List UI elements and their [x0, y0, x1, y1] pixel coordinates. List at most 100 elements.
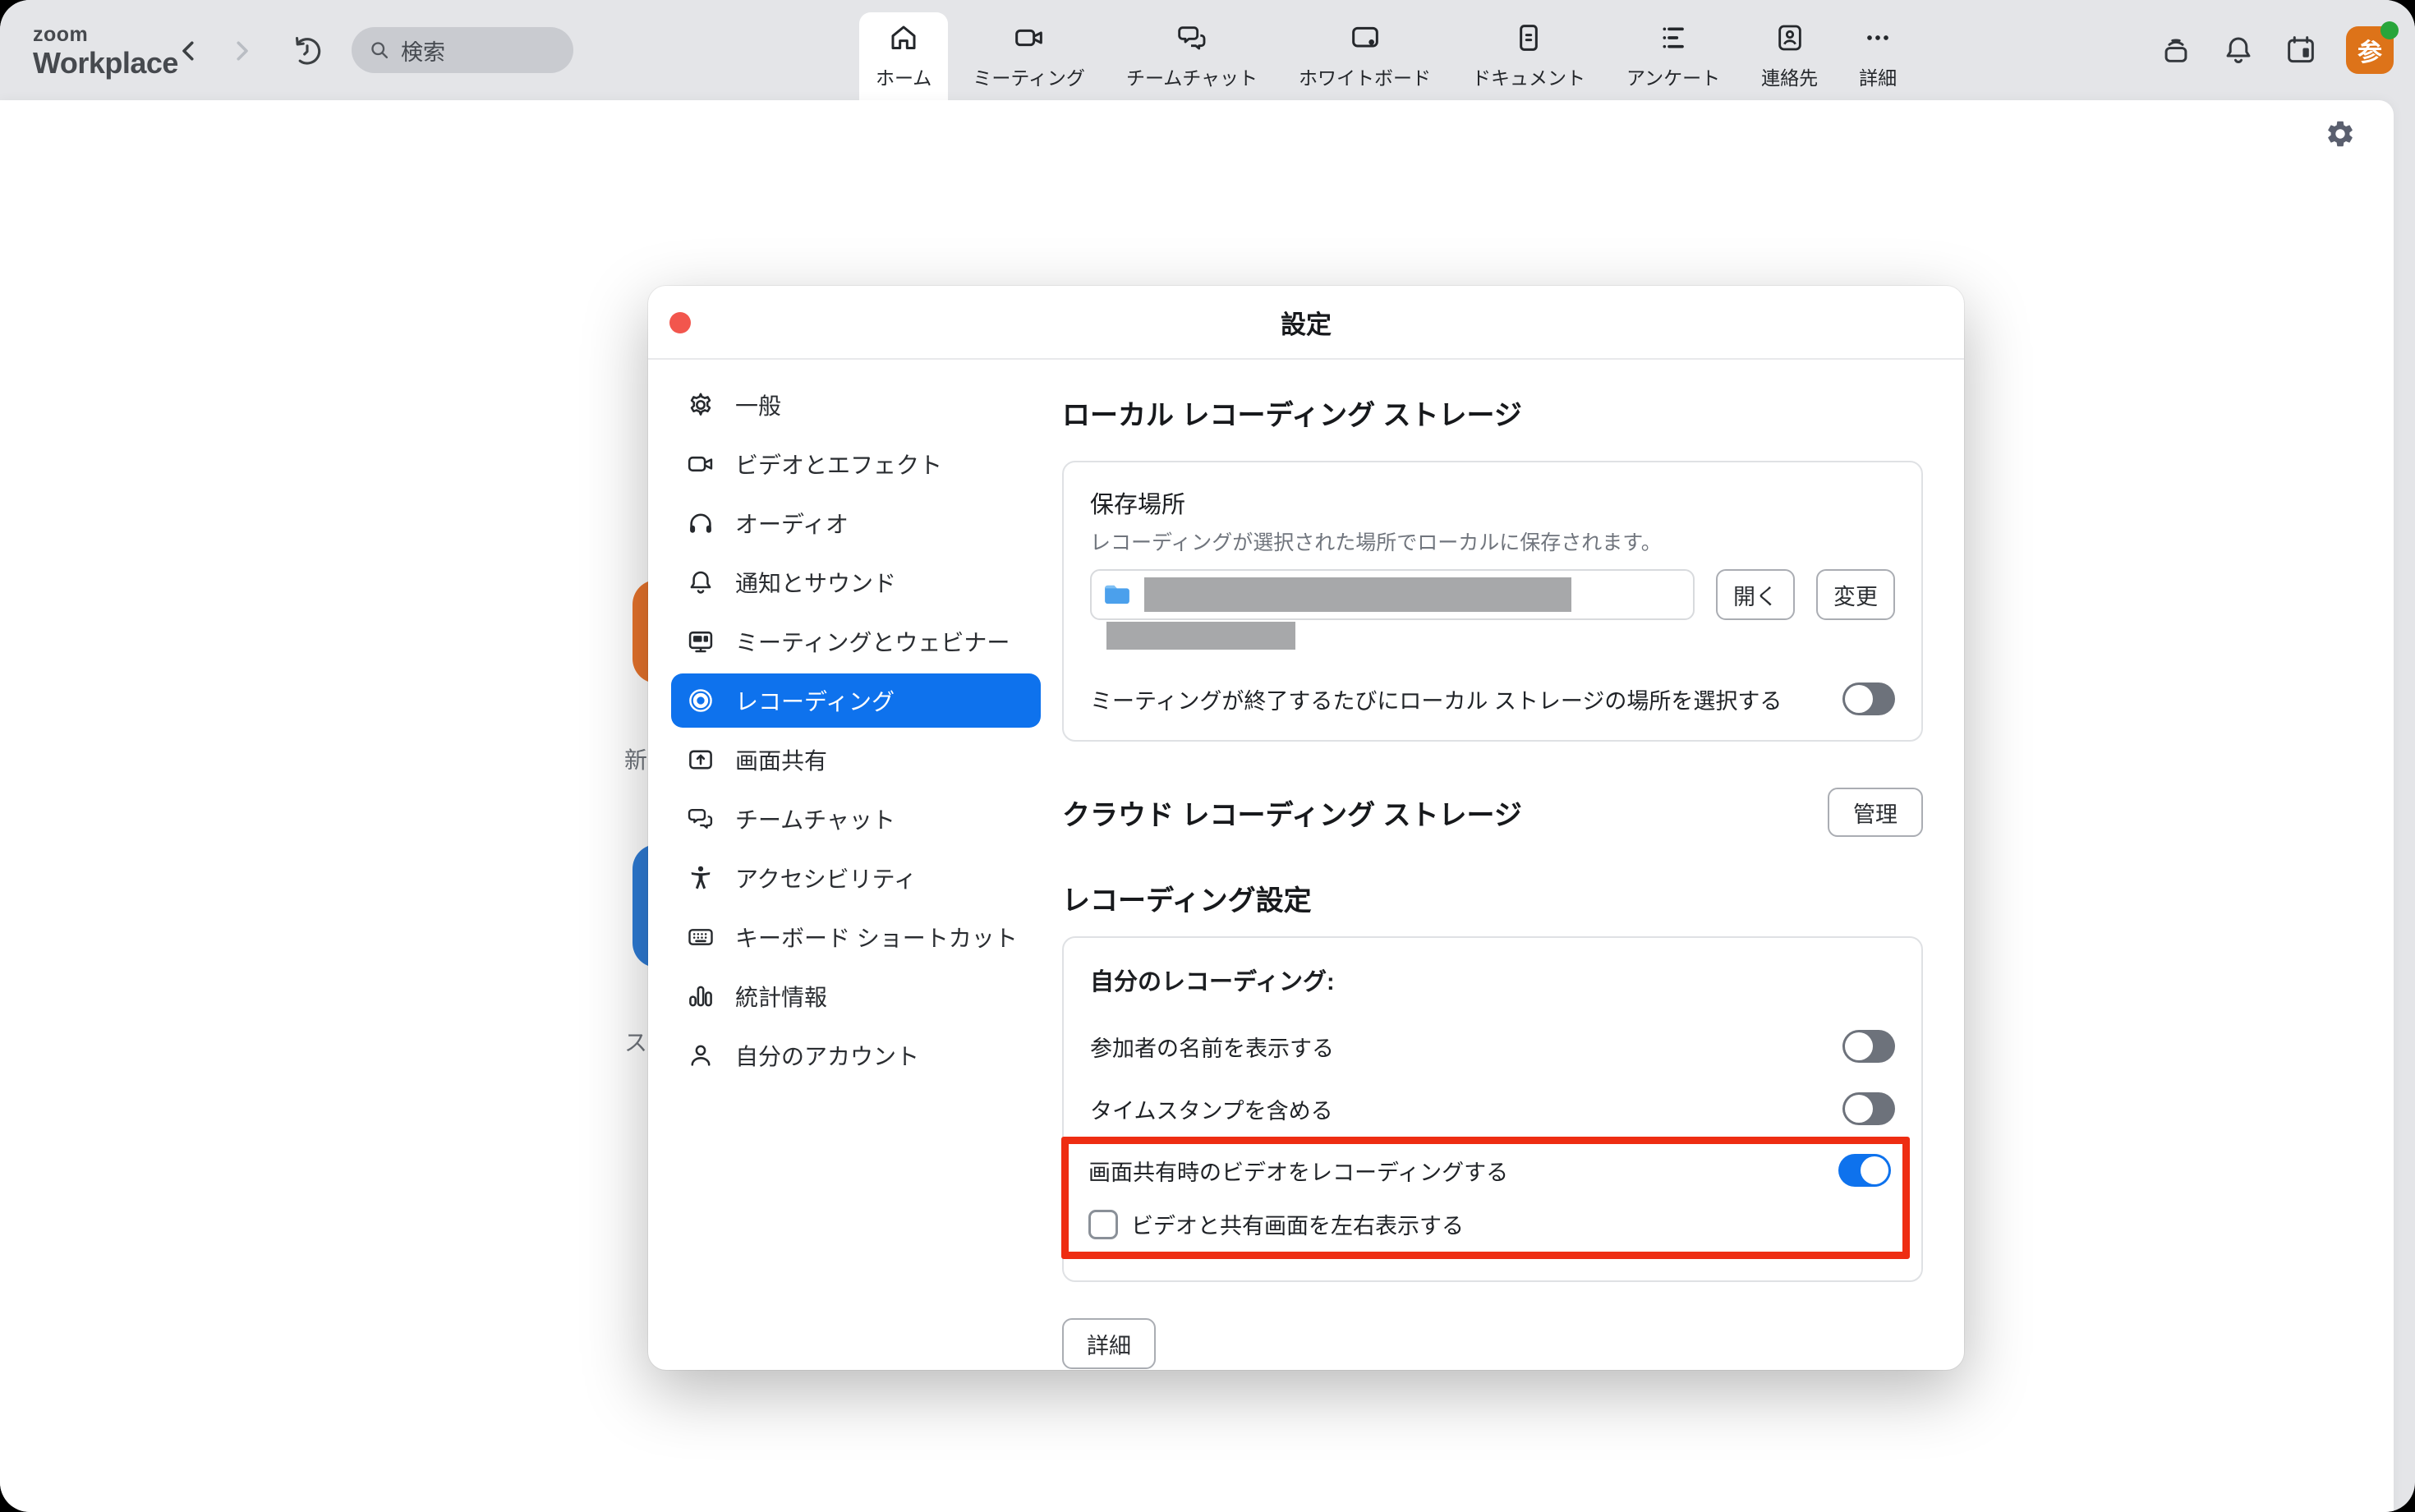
- redacted-path: [1144, 577, 1571, 612]
- more-icon: [1861, 21, 1894, 54]
- presence-dot: [2380, 21, 2399, 39]
- home-content-area: 新規 スケ 設定 一般 ビデオとエフェクト: [0, 100, 2394, 1512]
- accessibility-icon: [686, 863, 715, 893]
- sidebar-item-statistics[interactable]: 統計情報: [671, 969, 1041, 1023]
- sidebar-item-meetings-webinars[interactable]: ミーティングとウェビナー: [671, 614, 1041, 669]
- history-icon[interactable]: [289, 33, 325, 69]
- sidebar-item-screen-share[interactable]: 画面共有: [671, 733, 1041, 787]
- sidebar-item-label: ミーティングとウェビナー: [735, 625, 1010, 658]
- record-video-during-share-label: 画面共有時のビデオをレコーディングする: [1088, 1155, 1508, 1187]
- recording-path-field[interactable]: [1090, 569, 1695, 620]
- search-input[interactable]: 検索: [352, 27, 573, 73]
- avatar-initial: 参: [2358, 32, 2382, 68]
- sidebar-item-audio[interactable]: オーディオ: [671, 496, 1041, 550]
- local-recording-storage-heading: ローカル レコーディング ストレージ: [1062, 393, 1923, 433]
- person-icon: [686, 1041, 715, 1070]
- my-recordings-card: 自分のレコーディング: 参加者の名前を表示する タイムスタンプを含める 画面共有…: [1062, 936, 1923, 1282]
- advanced-button[interactable]: 詳細: [1062, 1318, 1156, 1369]
- logo-workplace: Workplace: [33, 48, 178, 78]
- sidebar-item-general[interactable]: 一般: [671, 378, 1041, 432]
- cloud-recording-storage-heading: クラウド レコーディング ストレージ: [1062, 793, 1522, 833]
- recording-settings-heading: レコーディング設定: [1062, 878, 1923, 918]
- sidebar-item-label: キーボード ショートカット: [735, 921, 1018, 954]
- rooms-icon[interactable]: [2159, 33, 2193, 67]
- tab-home[interactable]: ホーム: [859, 12, 948, 100]
- show-participant-names-label: 参加者の名前を表示する: [1090, 1031, 1334, 1063]
- save-location-label: 保存場所: [1090, 485, 1895, 520]
- record-video-during-share-toggle[interactable]: [1838, 1154, 1891, 1187]
- sidebar-item-label: ビデオとエフェクト: [735, 448, 942, 480]
- sidebar-item-video[interactable]: ビデオとエフェクト: [671, 437, 1041, 491]
- search-icon: [368, 39, 391, 62]
- tab-whiteboard[interactable]: ホワイトボード: [1282, 12, 1447, 100]
- whiteboard-icon: [1349, 21, 1382, 54]
- highlight-annotation-box: 画面共有時のビデオをレコーディングする ビデオと共有画面を左右表示する: [1061, 1137, 1910, 1259]
- tab-team-chat[interactable]: チームチャット: [1110, 12, 1274, 100]
- open-button[interactable]: 開く: [1716, 569, 1795, 620]
- app-window: zoom Workplace 検索: [0, 0, 2415, 1512]
- save-location-description: レコーディングが選択された場所でローカルに保存されます。: [1090, 526, 1895, 556]
- sidebar-item-notifications[interactable]: 通知とサウンド: [671, 555, 1041, 609]
- recording-settings-panel: ローカル レコーディング ストレージ 保存場所 レコーディングが選択された場所で…: [1041, 378, 1923, 1370]
- gear-icon[interactable]: [2325, 118, 2356, 149]
- notifications-bell-icon[interactable]: [2221, 33, 2256, 67]
- logo-zoom: zoom: [33, 25, 178, 45]
- my-recordings-label: 自分のレコーディング:: [1090, 963, 1895, 997]
- redacted-path-overflow: [1106, 622, 1295, 650]
- show-participant-names-toggle[interactable]: [1842, 1030, 1895, 1063]
- sidebar-item-team-chat[interactable]: チームチャット: [671, 792, 1041, 846]
- avatar[interactable]: 参: [2346, 26, 2394, 74]
- side-by-side-label: ビデオと共有画面を左右表示する: [1131, 1208, 1464, 1240]
- sidebar-item-recording[interactable]: レコーディング: [671, 673, 1041, 728]
- headphones-icon: [686, 508, 715, 538]
- folder-icon: [1102, 579, 1133, 610]
- sidebar-item-accessibility[interactable]: アクセシビリティ: [671, 851, 1041, 905]
- zoom-workplace-logo: zoom Workplace: [33, 25, 178, 78]
- manage-button[interactable]: 管理: [1828, 788, 1923, 837]
- forward-icon: [227, 36, 256, 66]
- keyboard-icon: [686, 922, 715, 952]
- local-storage-card: 保存場所 レコーディングが選択された場所でローカルに保存されます。 開く 変更: [1062, 461, 1923, 742]
- top-right-icons: 参: [2159, 0, 2394, 100]
- tab-meetings[interactable]: ミーティング: [956, 12, 1102, 100]
- tab-surveys[interactable]: アンケート: [1610, 12, 1736, 100]
- chat-icon: [686, 804, 715, 834]
- include-timestamp-label: タイムスタンプを含める: [1090, 1093, 1333, 1125]
- tab-contacts[interactable]: 連絡先: [1745, 12, 1834, 100]
- home-icon: [887, 21, 920, 54]
- sidebar-item-label: チームチャット: [735, 802, 895, 835]
- sidebar-item-label: オーディオ: [735, 507, 849, 540]
- sidebar-item-my-account[interactable]: 自分のアカウント: [671, 1028, 1041, 1082]
- side-by-side-checkbox[interactable]: [1088, 1210, 1118, 1239]
- dialog-title-bar: 設定: [648, 286, 1964, 360]
- tab-more[interactable]: 詳細: [1842, 12, 1913, 100]
- sidebar-item-label: 通知とサウンド: [735, 566, 896, 599]
- sidebar-item-label: 自分のアカウント: [735, 1039, 919, 1072]
- sidebar-item-label: アクセシビリティ: [735, 862, 917, 894]
- tab-docs[interactable]: ドキュメント: [1456, 12, 1602, 100]
- docs-icon: [1512, 21, 1545, 54]
- meetings-icon: [1013, 21, 1046, 54]
- bell-icon: [686, 568, 715, 597]
- choose-location-toggle[interactable]: [1842, 682, 1895, 715]
- settings-dialog: 設定 一般 ビデオとエフェクト オーディオ: [648, 286, 1964, 1370]
- record-icon: [686, 686, 715, 715]
- include-timestamp-toggle[interactable]: [1842, 1092, 1895, 1125]
- sidebar-item-label: 一般: [735, 388, 781, 421]
- contacts-icon: [1773, 21, 1806, 54]
- sidebar-item-label: レコーディング: [735, 684, 895, 717]
- team-chat-icon: [1175, 21, 1208, 54]
- video-icon: [686, 449, 715, 479]
- share-screen-icon: [686, 745, 715, 774]
- calendar-icon[interactable]: [2284, 33, 2318, 67]
- close-icon[interactable]: [669, 312, 691, 333]
- sidebar-item-keyboard-shortcuts[interactable]: キーボード ショートカット: [671, 910, 1041, 964]
- change-button[interactable]: 変更: [1816, 569, 1895, 620]
- gear-icon: [686, 390, 715, 420]
- monitor-icon: [686, 627, 715, 656]
- back-icon[interactable]: [174, 36, 204, 66]
- dialog-title: 設定: [1281, 304, 1332, 341]
- sidebar-item-label: 画面共有: [735, 743, 827, 776]
- top-bar: zoom Workplace 検索: [0, 0, 2415, 100]
- main-tab-bar: ホーム ミーティング チームチャット ホワイトボード: [859, 0, 1913, 100]
